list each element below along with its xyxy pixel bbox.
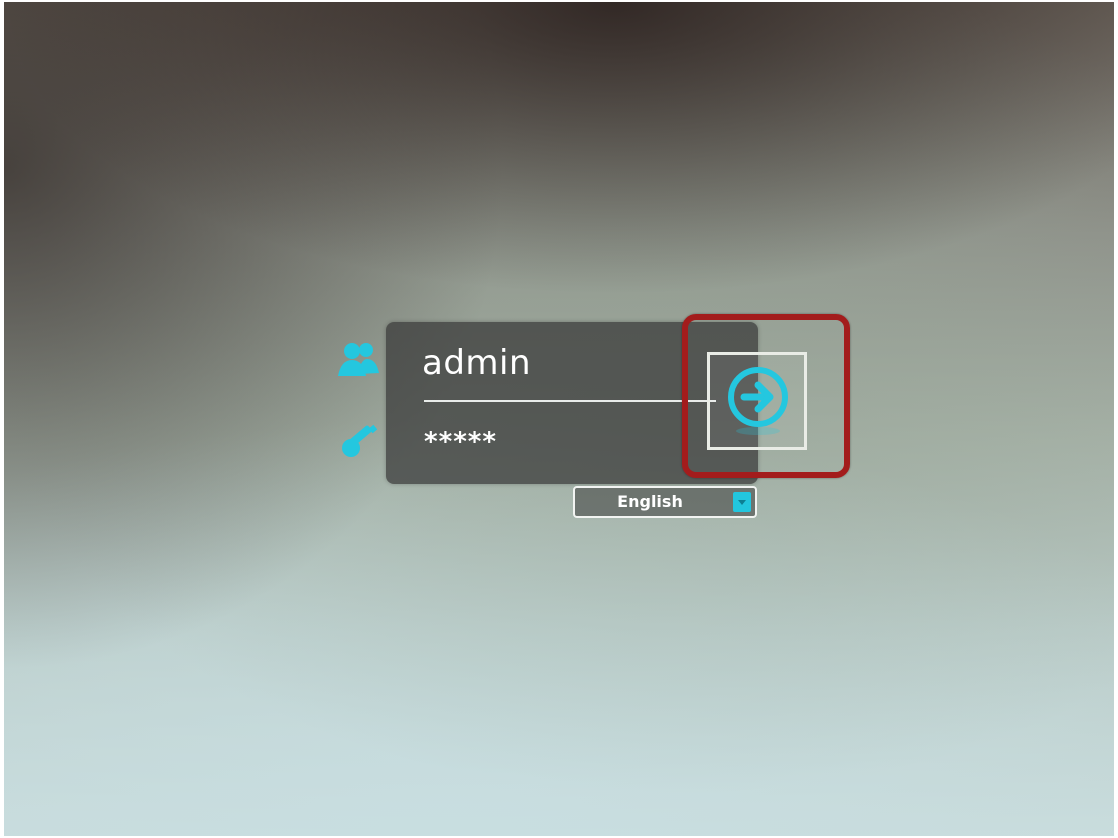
login-button-highlight <box>682 314 850 478</box>
language-label: English <box>617 492 683 511</box>
field-divider <box>424 400 716 402</box>
chevron-down-icon[interactable] <box>733 492 751 512</box>
username-field[interactable]: admin <box>422 338 682 388</box>
language-dropdown[interactable]: English <box>573 486 757 518</box>
login-screen: admin ***** English <box>4 2 1114 836</box>
password-field[interactable]: ***** <box>424 420 624 464</box>
user-group-icon <box>338 343 379 376</box>
key-icon <box>342 424 378 457</box>
